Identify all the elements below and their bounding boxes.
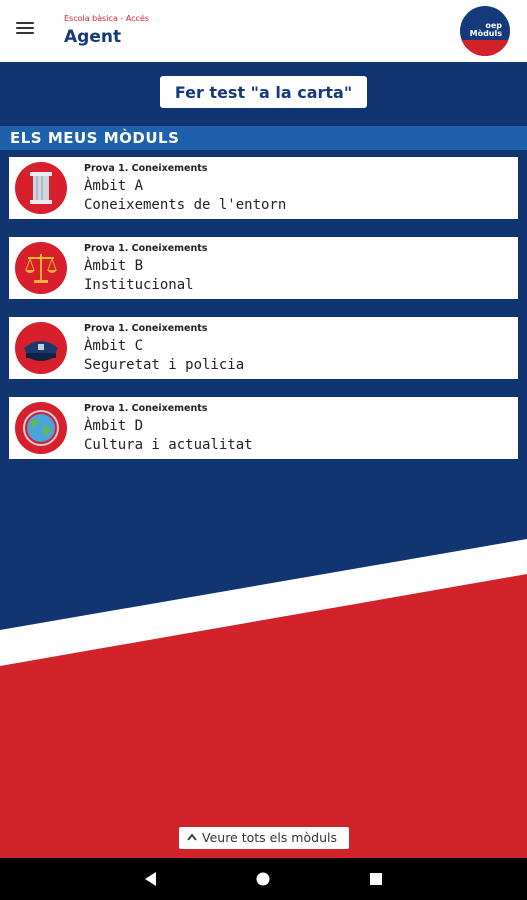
module-scope: Àmbit B <box>84 258 144 274</box>
module-card-ambit-b[interactable]: Prova 1. Coneixements Àmbit B Institucio… <box>9 237 518 299</box>
globe-icon <box>15 402 67 454</box>
logo-stripe <box>460 40 510 56</box>
recent-apps-icon[interactable] <box>370 873 382 885</box>
app-logo-icon: oep Mòduls <box>460 6 510 56</box>
chevron-up-icon <box>187 833 197 841</box>
module-name: Institucional <box>84 277 194 293</box>
module-kicker: Prova 1. Coneixements <box>84 243 208 254</box>
column-pillar-icon <box>15 162 67 214</box>
app-subtitle: Escola bàsica - Accés <box>64 14 150 23</box>
module-name: Seguretat i policia <box>84 357 245 373</box>
module-name: Cultura i actualitat <box>84 437 253 453</box>
module-card-ambit-c[interactable]: Prova 1. Coneixements Àmbit C Seguretat … <box>9 317 518 379</box>
see-all-label: Veure tots els mòduls <box>202 830 337 845</box>
module-scope: Àmbit A <box>84 178 144 194</box>
hamburger-menu-icon[interactable] <box>16 22 34 38</box>
section-header: ELS MEUS MÒDULS <box>0 126 527 150</box>
module-scope: Àmbit D <box>84 418 144 434</box>
system-nav-bar <box>0 858 527 900</box>
custom-test-button[interactable]: Fer test "a la carta" <box>160 76 367 108</box>
scales-of-justice-icon <box>15 242 67 294</box>
logo-lettering: oep Mòduls <box>469 21 502 38</box>
back-icon[interactable] <box>145 872 157 886</box>
module-card-ambit-a[interactable]: Prova 1. Coneixements Àmbit A Coneixemen… <box>9 157 518 219</box>
see-all-modules-button[interactable]: Veure tots els mòduls <box>179 827 349 849</box>
police-cap-icon <box>15 322 67 374</box>
module-scope: Àmbit C <box>84 338 144 354</box>
page-title: Agent <box>64 27 122 47</box>
module-card-ambit-d[interactable]: Prova 1. Coneixements Àmbit D Cultura i … <box>9 397 518 459</box>
module-kicker: Prova 1. Coneixements <box>84 403 208 414</box>
home-icon[interactable] <box>256 872 270 886</box>
app-bar: Escola bàsica - Accés Agent oep Mòduls <box>0 0 527 62</box>
module-kicker: Prova 1. Coneixements <box>84 163 208 174</box>
module-name: Coneixements de l'entorn <box>84 197 287 213</box>
module-kicker: Prova 1. Coneixements <box>84 323 208 334</box>
section-title: ELS MEUS MÒDULS <box>10 129 180 147</box>
